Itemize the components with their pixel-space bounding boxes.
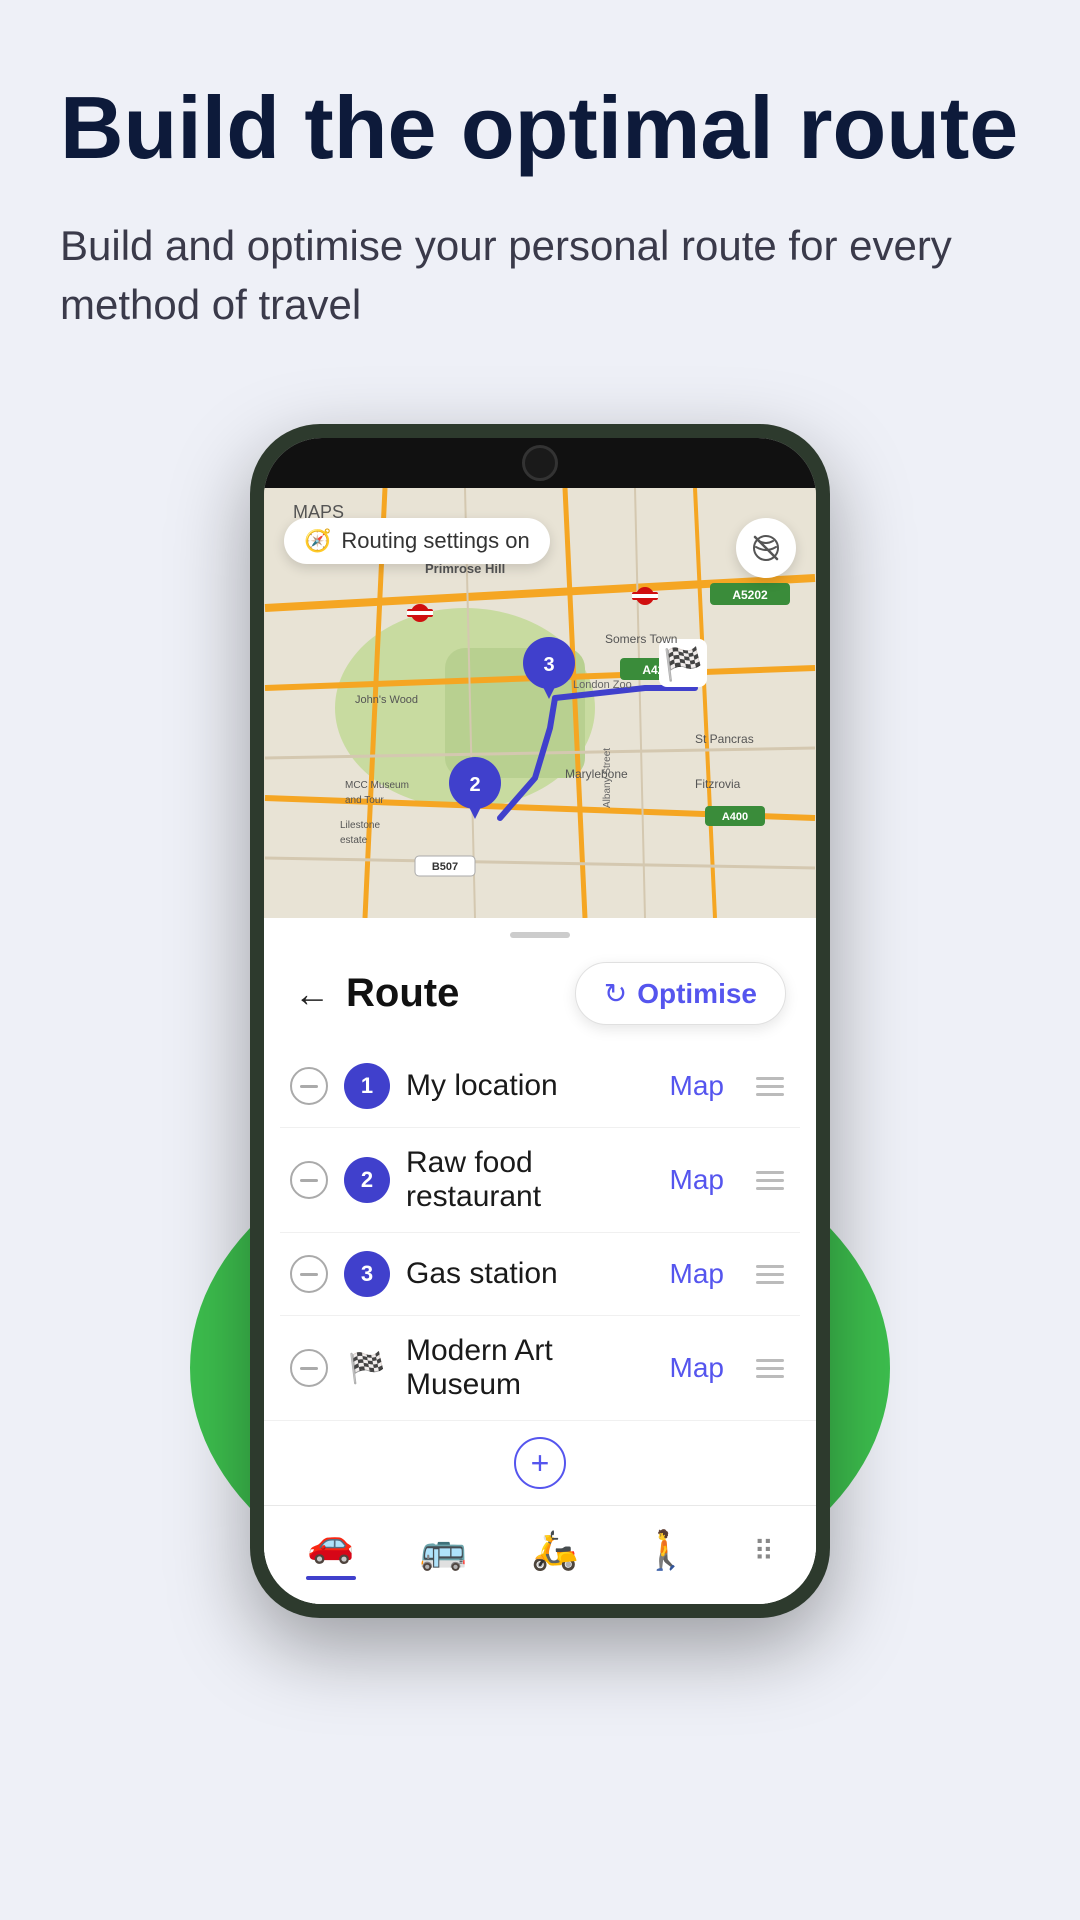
more-icon: ⠿ (753, 1535, 774, 1568)
bus-icon: 🚌 (420, 1529, 467, 1573)
add-stop-row: + (264, 1420, 816, 1505)
svg-text:and Tour: and Tour (345, 795, 384, 806)
routing-icon: 🧭 (304, 528, 331, 554)
phone-mockup: A4200 A5202 A400 2 (230, 424, 850, 1618)
drag-handle-bar (510, 932, 570, 938)
walk-icon: 🚶 (642, 1529, 689, 1573)
stop-4-flag-badge: 🏁 (344, 1345, 390, 1391)
route-item: 1 My location Map (280, 1045, 800, 1128)
svg-text:Marylebone: Marylebone (565, 767, 628, 781)
headline-section: Build the optimal route Build and optimi… (60, 80, 1020, 334)
page-wrapper: Build the optimal route Build and optimi… (0, 0, 1080, 1920)
stop-3-badge: 3 (344, 1251, 390, 1297)
svg-text:B507: B507 (432, 861, 458, 873)
nav-item-more[interactable]: ⠿ (753, 1535, 774, 1568)
svg-text:estate: estate (340, 835, 368, 846)
remove-stop-2-button[interactable] (290, 1161, 328, 1199)
nav-item-bus[interactable]: 🚌 (420, 1529, 467, 1573)
stop-4-drag-handle[interactable] (750, 1355, 790, 1382)
stop-4-map-link[interactable]: Map (660, 1352, 734, 1384)
back-arrow-button[interactable]: ← (294, 973, 330, 1015)
stop-2-map-link[interactable]: Map (660, 1164, 734, 1196)
phone-outer: A4200 A5202 A400 2 (250, 424, 830, 1618)
svg-text:A5202: A5202 (732, 588, 768, 602)
svg-text:Lilestone: Lilestone (340, 820, 380, 831)
drag-handle (264, 918, 816, 952)
svg-text:🏁: 🏁 (663, 646, 703, 682)
bike-icon: 🛵 (531, 1529, 578, 1573)
camera-bar (264, 438, 816, 488)
remove-stop-1-button[interactable] (290, 1067, 328, 1105)
bottom-panel: ← Route ↻ Optimise (264, 918, 816, 1604)
svg-text:MCC Museum: MCC Museum (345, 780, 409, 791)
add-stop-button[interactable]: + (514, 1437, 566, 1489)
stop-1-drag-handle[interactable] (750, 1073, 790, 1100)
svg-text:Fitzrovia: Fitzrovia (695, 777, 741, 791)
signal-button[interactable] (736, 518, 796, 578)
stop-4-name: Modern Art Museum (406, 1334, 644, 1402)
car-icon: 🚗 (307, 1522, 354, 1566)
remove-stop-3-button[interactable] (290, 1255, 328, 1293)
nav-item-walk[interactable]: 🚶 (642, 1529, 689, 1573)
svg-text:A400: A400 (722, 811, 748, 823)
nav-item-car[interactable]: 🚗 (306, 1522, 356, 1580)
svg-text:3: 3 (543, 654, 554, 676)
svg-text:2: 2 (469, 774, 480, 796)
remove-stop-4-button[interactable] (290, 1349, 328, 1387)
stop-2-name: Raw food restaurant (406, 1146, 644, 1214)
bottom-nav: 🚗 🚌 🛵 🚶 ⠿ (264, 1505, 816, 1604)
stop-3-name: Gas station (406, 1257, 644, 1291)
stop-1-badge: 1 (344, 1063, 390, 1109)
route-list: 1 My location Map (264, 1045, 816, 1420)
stop-2-number: 2 (361, 1167, 373, 1193)
minus-icon (300, 1367, 318, 1370)
stop-3-drag-handle[interactable] (750, 1261, 790, 1288)
route-item: 🏁 Modern Art Museum Map (280, 1316, 800, 1420)
svg-text:London Zoo: London Zoo (573, 679, 632, 691)
nav-item-bike[interactable]: 🛵 (531, 1529, 578, 1573)
stop-1-name: My location (406, 1069, 644, 1103)
minus-icon (300, 1179, 318, 1182)
phone-screen: A4200 A5202 A400 2 (264, 438, 816, 1604)
camera-dot (522, 445, 558, 481)
stop-2-drag-handle[interactable] (750, 1167, 790, 1194)
nav-active-indicator (306, 1576, 356, 1580)
no-signal-icon (751, 533, 781, 563)
routing-badge-text: Routing settings on (341, 528, 529, 554)
svg-text:Somers Town: Somers Town (605, 632, 677, 646)
optimise-icon: ↻ (604, 977, 627, 1010)
routing-badge[interactable]: 🧭 Routing settings on (284, 518, 550, 564)
map-area: A4200 A5202 A400 2 (264, 488, 816, 918)
stop-1-map-link[interactable]: Map (660, 1070, 734, 1102)
route-item: 2 Raw food restaurant Map (280, 1128, 800, 1233)
stop-1-number: 1 (361, 1073, 373, 1099)
optimise-button[interactable]: ↻ Optimise (575, 962, 786, 1025)
route-item: 3 Gas station Map (280, 1233, 800, 1316)
subtitle: Build and optimise your personal route f… (60, 217, 1020, 335)
main-title: Build the optimal route (60, 80, 1020, 177)
stop-3-map-link[interactable]: Map (660, 1258, 734, 1290)
svg-text:John's Wood: John's Wood (355, 694, 418, 706)
stop-2-badge: 2 (344, 1157, 390, 1203)
minus-icon (300, 1085, 318, 1088)
route-title-group: ← Route (294, 971, 459, 1016)
svg-text:Albany Street: Albany Street (602, 748, 613, 808)
route-title: Route (346, 971, 459, 1016)
svg-text:St Pancras: St Pancras (695, 732, 754, 746)
optimise-label: Optimise (637, 978, 757, 1010)
stop-3-number: 3 (361, 1261, 373, 1287)
minus-icon (300, 1273, 318, 1276)
route-header: ← Route ↻ Optimise (264, 952, 816, 1045)
